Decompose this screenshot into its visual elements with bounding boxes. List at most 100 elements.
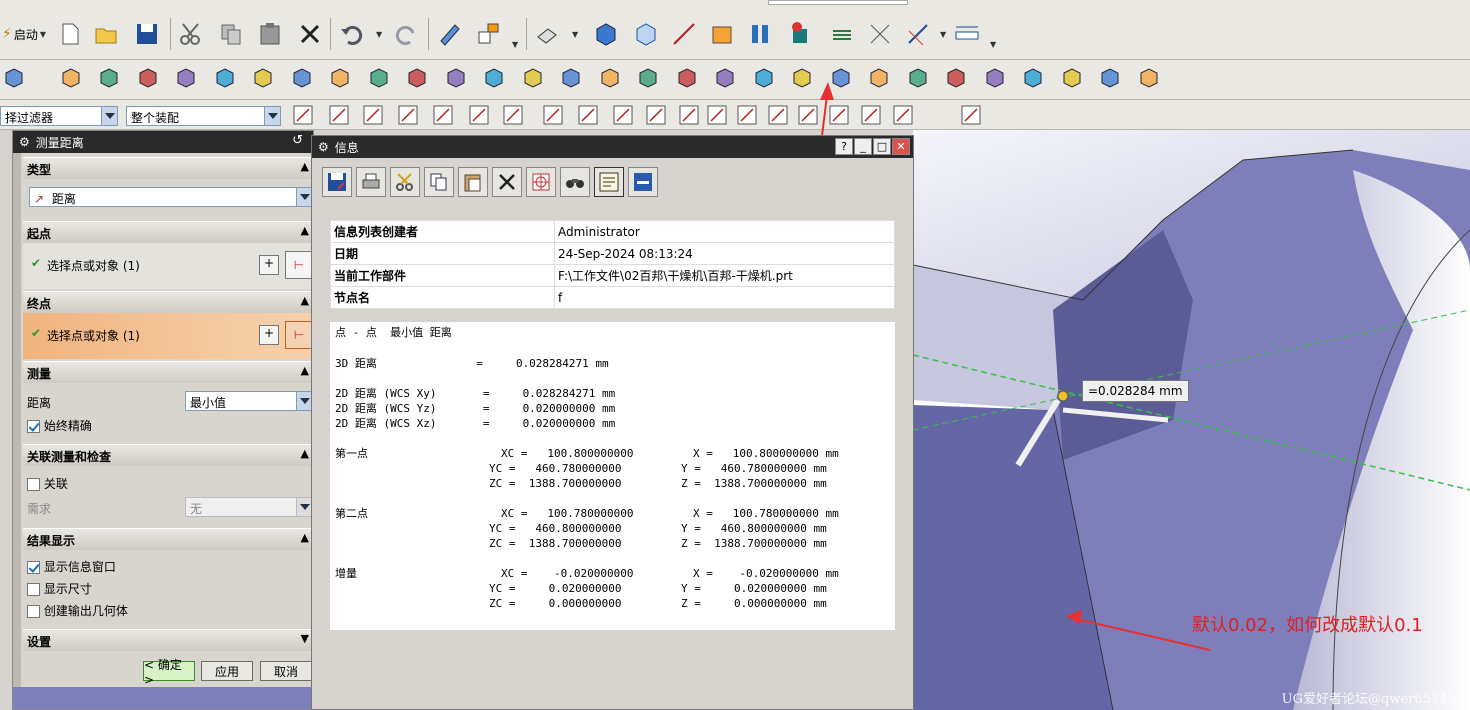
paste-button[interactable] bbox=[458, 167, 488, 197]
find-button[interactable] bbox=[526, 167, 556, 197]
close-button[interactable]: ✕ bbox=[892, 138, 910, 155]
meta-key: 日期 bbox=[330, 242, 555, 265]
requirement-label: 需求 bbox=[27, 502, 52, 516]
distance-mode-dropdown[interactable]: 最小值 bbox=[185, 391, 313, 411]
show-info-checkbox[interactable]: 显示信息窗口 bbox=[27, 558, 116, 575]
cancel-button[interactable]: 取消 bbox=[260, 661, 312, 681]
delete-icon bbox=[499, 174, 515, 190]
report-second-point-z: ZC = 1388.700000000 Z = 1388.700000000 m… bbox=[489, 537, 827, 550]
show-dimensions-label: 显示尺寸 bbox=[43, 582, 92, 596]
crosshair-icon bbox=[532, 173, 550, 191]
point-dialog-button[interactable]: + bbox=[259, 325, 279, 345]
meta-row: 当前工作部件 F:\工作文件\02百邦\干燥机\百邦-干燥机.prt bbox=[330, 264, 895, 287]
meta-value: 24-Sep-2024 08:13:24 bbox=[554, 242, 895, 265]
report-first-point-label: 第一点 bbox=[335, 447, 368, 460]
meta-key: 信息列表创建者 bbox=[330, 220, 555, 243]
report-increment-y: YC = 0.020000000 Y = 0.020000000 mm bbox=[489, 582, 827, 595]
collapse-button[interactable] bbox=[628, 167, 658, 197]
point-constructor-button[interactable]: ⊢ bbox=[285, 321, 313, 349]
minimize-button[interactable]: _ bbox=[854, 138, 872, 155]
start-select-row[interactable]: ✔ 选择点或对象 (1) + ⊢ bbox=[23, 243, 313, 289]
copy-button[interactable] bbox=[424, 167, 454, 197]
dialog-title: 测量距离 bbox=[35, 135, 84, 150]
search-button[interactable] bbox=[560, 167, 590, 197]
checkbox-checked bbox=[27, 420, 40, 433]
gear-icon: ⚙ bbox=[318, 140, 329, 154]
type-section-label: 类型 bbox=[27, 163, 52, 177]
chevron-up-icon: ▲ bbox=[300, 224, 309, 237]
type-section-header[interactable]: 类型 ▲ bbox=[23, 157, 313, 179]
report-heading: 点 - 点 最小值 距离 bbox=[335, 326, 452, 339]
create-geometry-checkbox[interactable]: 创建输出几何体 bbox=[27, 602, 128, 619]
meta-row: 日期 24-Sep-2024 08:13:24 bbox=[330, 242, 895, 265]
report-2d-distance-xz: 2D 距离 (WCS Xz) = 0.020000000 mm bbox=[335, 417, 616, 430]
save-icon bbox=[328, 173, 346, 191]
dialog-gutter bbox=[13, 153, 21, 709]
end-section-header[interactable]: 终点 ▲ bbox=[23, 291, 313, 313]
meta-value: F:\工作文件\02百邦\干燥机\百邦-干燥机.prt bbox=[554, 264, 895, 287]
chevron-down-icon bbox=[296, 188, 312, 206]
checkbox-unchecked bbox=[27, 583, 40, 596]
cut-button[interactable] bbox=[390, 167, 420, 197]
associative-checkbox[interactable]: 关联 bbox=[27, 475, 68, 492]
end-section-label: 终点 bbox=[27, 297, 52, 311]
wrap-text-icon bbox=[599, 172, 619, 192]
always-accurate-checkbox[interactable]: 始终精确 bbox=[27, 417, 92, 434]
assoc-section-header[interactable]: 关联测量和检查 ▲ bbox=[23, 444, 313, 466]
delete-button[interactable] bbox=[492, 167, 522, 197]
start-select-label: 选择点或对象 (1) bbox=[47, 259, 140, 273]
checkbox-unchecked bbox=[27, 605, 40, 618]
meta-key: 节点名 bbox=[330, 286, 555, 309]
report-first-point-x: XC = 100.800000000 X = 100.800000000 mm bbox=[501, 447, 839, 460]
requirement-dropdown[interactable]: 无 bbox=[185, 497, 313, 517]
binoculars-icon bbox=[566, 179, 584, 188]
maximize-button[interactable]: □ bbox=[873, 138, 891, 155]
distance-label: 距离 bbox=[27, 396, 52, 410]
type-value: 距离 bbox=[51, 192, 76, 206]
show-info-label: 显示信息窗口 bbox=[43, 560, 116, 574]
save-info-button[interactable] bbox=[322, 167, 352, 197]
watermark: UG爱好者论坛@qwer657454 bbox=[1281, 692, 1464, 707]
gear-icon: ⚙ bbox=[19, 135, 30, 149]
info-meta-table: 信息列表创建者 Administrator 日期 24-Sep-2024 08:13:… bbox=[330, 220, 895, 309]
settings-section-header[interactable]: 设置 ▼ bbox=[23, 629, 313, 651]
report-increment-label: 增量 bbox=[335, 567, 357, 580]
start-section-label: 起点 bbox=[27, 227, 52, 241]
apply-button[interactable]: 应用 bbox=[201, 661, 253, 681]
assoc-section-label: 关联测量和检查 bbox=[27, 450, 112, 464]
point-dialog-button[interactable]: + bbox=[259, 255, 279, 275]
wrap-text-button[interactable] bbox=[594, 167, 624, 197]
type-dropdown[interactable]: ↗ 距离 bbox=[29, 187, 313, 207]
reset-icon[interactable]: ↺ bbox=[292, 133, 303, 148]
chevron-up-icon: ▲ bbox=[300, 364, 309, 377]
result-section-header[interactable]: 结果显示 ▲ bbox=[23, 528, 313, 550]
information-window: ⚙ 信息 ? _ □ ✕ 信息列表创建者 Administrator 日期 24-Se… bbox=[311, 135, 914, 710]
report-increment-x: XC = -0.020000000 X = -0.020000000 mm bbox=[501, 567, 839, 580]
settings-section-label: 设置 bbox=[27, 635, 52, 649]
point-constructor-button[interactable]: ⊢ bbox=[285, 251, 313, 279]
checkbox-unchecked bbox=[27, 478, 40, 491]
annotation-text: 默认0.02，如何改成默认0.1 bbox=[1192, 615, 1423, 636]
meta-value: f bbox=[554, 286, 895, 309]
help-button[interactable]: ? bbox=[835, 138, 853, 155]
distance-icon: ↗ bbox=[34, 192, 45, 206]
chevron-down-icon: ▼ bbox=[300, 632, 309, 645]
report-second-point-y: YC = 460.800000000 Y = 460.800000000 mm bbox=[489, 522, 827, 535]
meta-row: 节点名 f bbox=[330, 286, 895, 309]
requirement-value: 无 bbox=[190, 502, 203, 516]
start-section-header[interactable]: 起点 ▲ bbox=[23, 221, 313, 243]
ok-button[interactable]: < 确定 > bbox=[143, 658, 195, 687]
meta-key: 当前工作部件 bbox=[330, 264, 555, 287]
paste-icon bbox=[464, 174, 481, 192]
create-geometry-label: 创建输出几何体 bbox=[43, 604, 128, 618]
report-first-point-z: ZC = 1388.700000000 Z = 1388.700000000 m… bbox=[489, 477, 827, 490]
info-title-bar: ⚙ 信息 ? _ □ ✕ bbox=[312, 136, 913, 158]
minus-icon bbox=[634, 173, 652, 191]
print-button[interactable] bbox=[356, 167, 386, 197]
measure-section-header[interactable]: 测量 ▲ bbox=[23, 361, 313, 383]
dialog-bottom-area bbox=[13, 687, 313, 709]
chevron-down-icon bbox=[296, 498, 312, 516]
show-dimensions-checkbox[interactable]: 显示尺寸 bbox=[27, 580, 92, 597]
checkbox-checked bbox=[27, 561, 40, 574]
end-select-row[interactable]: ✔ 选择点或对象 (1) + ⊢ bbox=[23, 313, 313, 359]
